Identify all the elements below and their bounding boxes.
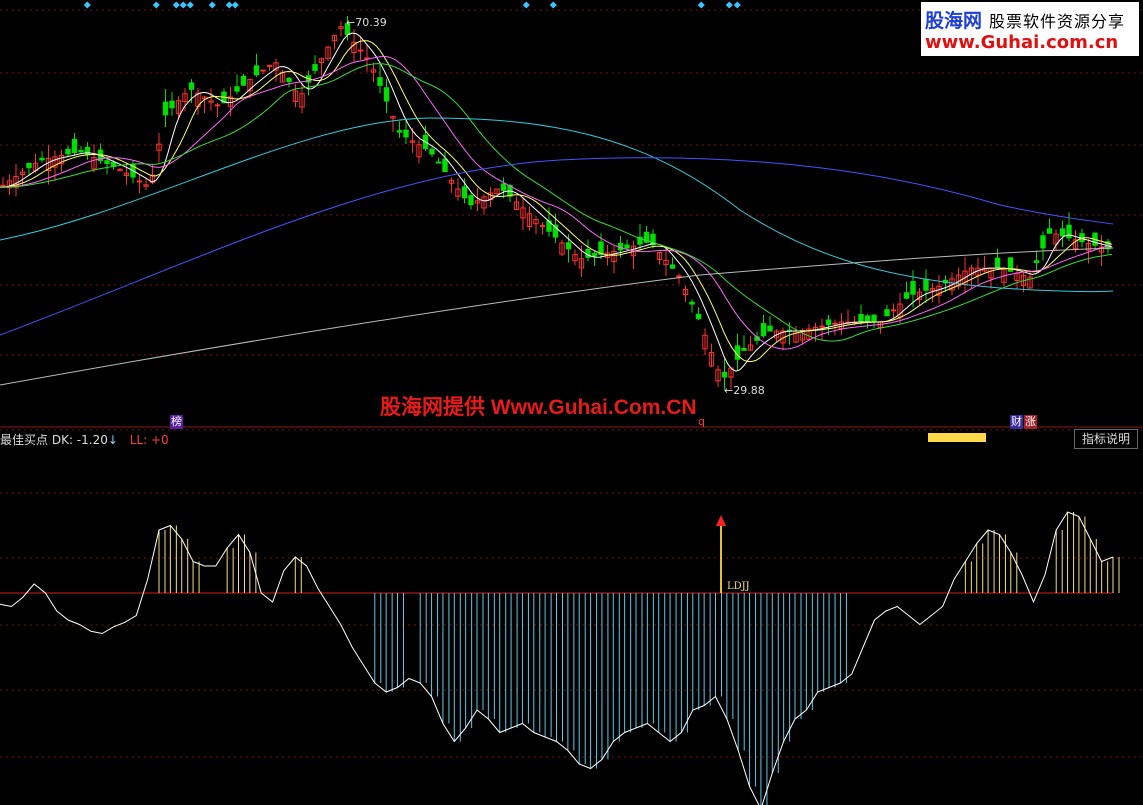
ma-line-long <box>0 247 1114 386</box>
marker-diamond <box>152 1 160 9</box>
candle-body <box>1040 235 1046 249</box>
candle-body <box>825 319 832 326</box>
ma-line-short <box>0 32 1113 372</box>
candle-body <box>741 347 747 351</box>
candle-body <box>39 157 45 161</box>
candle-body <box>188 82 195 90</box>
candle-body <box>585 249 591 258</box>
marker-diamond <box>179 1 187 9</box>
candle-body <box>357 49 364 52</box>
down-arrow-icon: ↓ <box>107 433 118 447</box>
marker-diamond <box>208 1 216 9</box>
candle-body <box>240 75 247 86</box>
candle-body <box>871 314 877 323</box>
tag-left[interactable]: 榜 <box>170 415 183 429</box>
candle-body <box>767 325 773 332</box>
marker-diamond <box>231 1 239 9</box>
candle-body <box>286 77 292 83</box>
candle-body <box>500 183 507 191</box>
marker-diamond <box>522 1 530 9</box>
marker-diamond <box>549 1 557 9</box>
signal-arrow-icon <box>716 515 726 526</box>
candle-body <box>0 184 6 187</box>
marker-diamond <box>186 1 194 9</box>
candle-body <box>104 160 110 164</box>
candle-body <box>468 195 474 206</box>
candle-body <box>65 148 71 155</box>
candle-body <box>78 149 84 153</box>
candle-body <box>253 65 260 76</box>
candle-body <box>624 244 630 249</box>
candle-body <box>312 64 318 71</box>
logo-slogan: 股票软件资源分享 <box>989 12 1126 31</box>
help-button[interactable]: 指标说明 <box>1074 429 1138 449</box>
tag-right-1[interactable]: 财 <box>1010 415 1023 429</box>
ma-line-pink <box>0 55 1113 350</box>
candle-body <box>435 161 442 164</box>
candle-body <box>396 130 403 133</box>
candle-body <box>884 309 890 317</box>
site-logo: 股海网 股票软件资源分享 www.Guhai.com.cn <box>921 2 1139 56</box>
candle-body <box>864 315 871 323</box>
candle-body <box>994 257 1001 269</box>
indicator-name: 最佳买点 <box>0 433 49 447</box>
candle-body <box>923 278 929 291</box>
marker-diamond <box>83 1 91 9</box>
dk-value: DK: -1.20 <box>51 433 108 447</box>
candle-body <box>890 309 897 312</box>
tag-mid[interactable]: q <box>697 415 706 429</box>
candle-body <box>858 313 864 323</box>
logo-brand: 股海网 <box>925 10 983 32</box>
candle-body <box>760 323 767 337</box>
candle-body <box>1066 224 1072 239</box>
candle-body <box>721 371 728 378</box>
marker-diamond <box>725 1 733 9</box>
candle-body <box>26 162 32 169</box>
candle-body <box>260 69 266 72</box>
candle-body <box>689 301 695 305</box>
candle-body <box>832 322 838 325</box>
marker-diamond <box>733 1 741 9</box>
candle-body <box>136 180 143 183</box>
candle-body <box>461 186 468 199</box>
candle-body <box>429 148 435 155</box>
candle-body <box>383 87 390 102</box>
candle-body <box>669 264 676 269</box>
candle-body <box>442 158 448 173</box>
candle-body <box>214 104 221 107</box>
logo-url: www.Guhai.com.cn <box>925 32 1119 53</box>
candle-body <box>539 224 546 227</box>
ma-line-mid <box>0 40 1113 362</box>
candle-body <box>565 242 572 250</box>
candle-body <box>266 64 273 67</box>
candle-body <box>84 146 91 156</box>
marker-diamond <box>172 1 180 9</box>
candle-body <box>1059 228 1066 237</box>
candle-body <box>403 129 409 138</box>
high-annotation: ←70.39 <box>346 16 387 29</box>
candle-body <box>162 101 169 116</box>
signal-label: LDJJ <box>727 581 750 592</box>
marker-diamond <box>697 1 705 9</box>
candle-body <box>1033 260 1040 263</box>
candle-body <box>695 313 702 320</box>
candle-body <box>377 77 383 86</box>
low-annotation: ←29.88 <box>724 384 765 397</box>
ma-line-blue <box>0 157 1114 336</box>
ll-value: LL: +0 <box>129 433 169 447</box>
watermark-text: 股海网提供 Www.Guhai.Com.CN <box>380 396 697 419</box>
candle-body <box>910 281 916 295</box>
candle-body <box>591 253 598 257</box>
candle-body <box>1046 228 1053 234</box>
candle-body <box>169 100 175 109</box>
ma-line-cyan <box>0 117 1114 293</box>
candle-body <box>903 292 910 299</box>
candle-body <box>71 138 78 154</box>
legend-strip <box>928 433 986 442</box>
indicator-header: 最佳买点 DK: -1.20↓ LL: +0 <box>0 431 169 447</box>
candle-body <box>234 86 240 92</box>
tag-right-2[interactable]: 涨 <box>1024 415 1037 429</box>
